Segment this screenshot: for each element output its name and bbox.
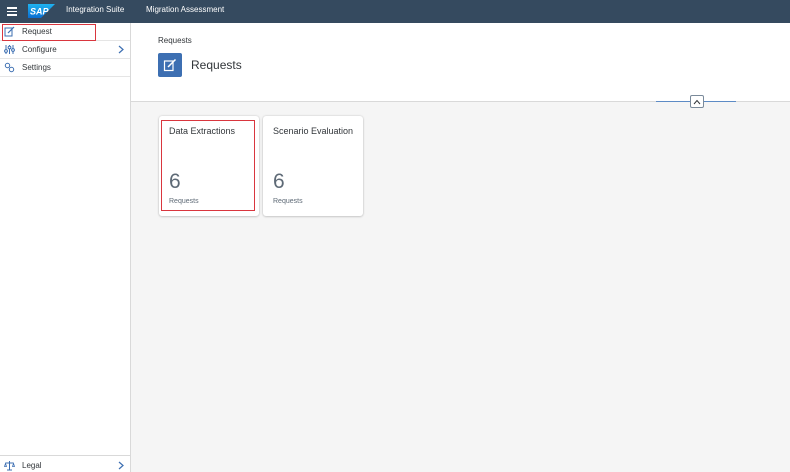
sidebar-item-legal[interactable]: Legal [0,457,130,472]
tile-title: Scenario Evaluation [273,126,354,136]
collapse-header-button[interactable] [690,95,704,108]
shell-bar: SAP Integration Suite Migration Assessme… [0,0,790,23]
sap-logo-text: SAP [30,7,50,17]
sidebar-item-label: Legal [22,461,42,470]
product-name: Integration Suite [66,5,125,14]
sidebar-item-settings[interactable]: Settings [0,59,130,77]
page-header: Requests Requests [131,23,790,102]
sidebar-item-label: Request [22,27,52,36]
sidebar-item-label: Configure [22,45,57,54]
app-title[interactable]: Migration Assessment [146,5,224,14]
menu-icon[interactable] [1,0,23,23]
chevron-up-icon [693,99,701,104]
sidebar-item-label: Settings [22,63,51,72]
tile-value: 6 [273,170,285,193]
tile-value: 6 [169,170,181,193]
chevron-right-icon [118,461,124,470]
footer-divider [0,455,130,456]
configure-sliders-icon [4,45,15,54]
chevron-right-icon [118,45,124,54]
sidebar-item-request[interactable]: Request [0,23,130,41]
tile-title: Data Extractions [169,126,236,136]
side-navigation: Request Configure Settings Legal [0,23,131,472]
breadcrumb[interactable]: Requests [158,36,192,45]
request-edit-icon [4,26,15,37]
sap-logo[interactable]: SAP [28,4,55,18]
page-icon [158,53,182,77]
settings-gears-icon [4,62,15,73]
request-edit-icon [163,58,177,72]
sidebar-item-configure[interactable]: Configure [0,41,130,59]
tile-data-extractions[interactable]: Data Extractions 6 Requests [159,116,259,216]
tile-unit: Requests [273,198,303,205]
legal-scales-icon [4,461,15,471]
page-title: Requests [191,58,242,72]
tile-unit: Requests [169,198,199,205]
tile-scenario-evaluation[interactable]: Scenario Evaluation 6 Requests [263,116,363,216]
